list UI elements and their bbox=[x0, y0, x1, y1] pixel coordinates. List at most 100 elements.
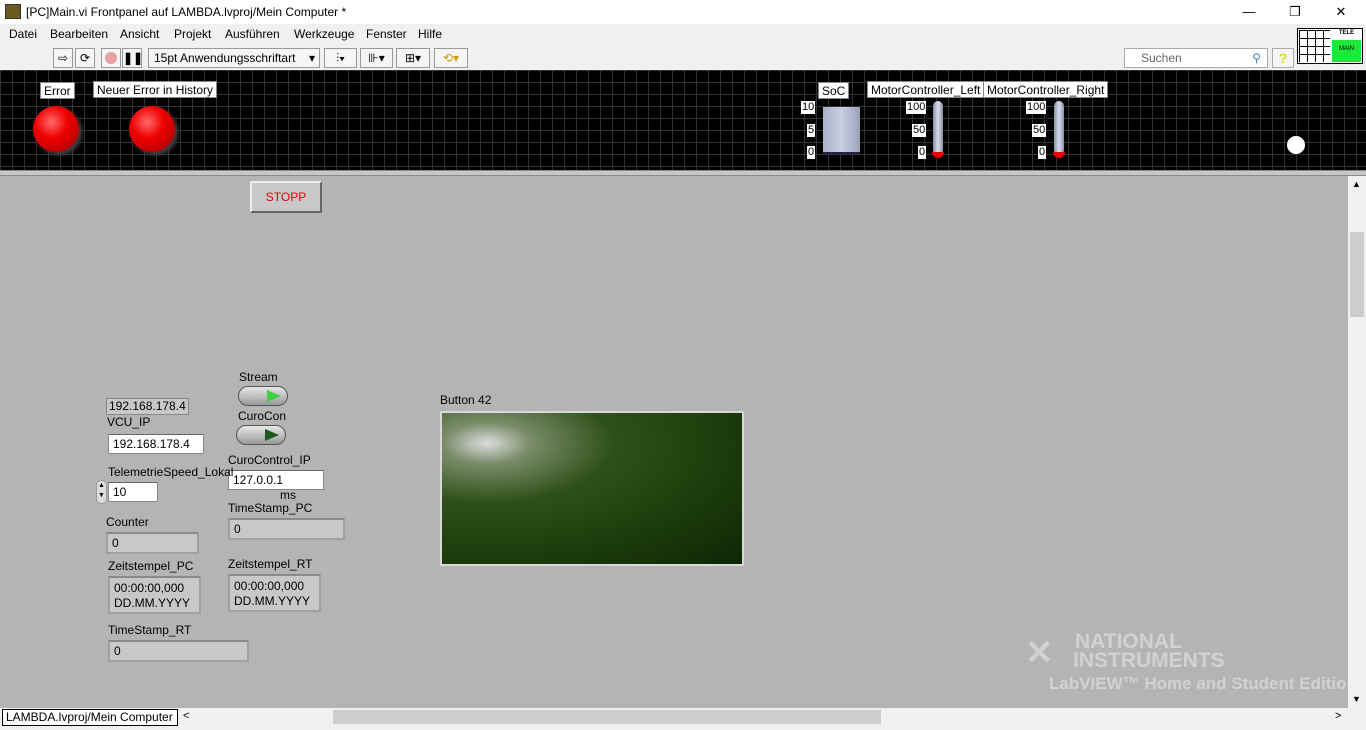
ni-watermark: NATIONAL INSTRUMENTS LabVIEW™ Home and S… bbox=[1025, 631, 1357, 697]
zeitstempel-rt-time: 00:00:00,000 bbox=[234, 579, 305, 593]
zeitstempel-pc-date: DD.MM.YYYY bbox=[114, 596, 191, 610]
vi-icon-pane[interactable]: TELE MAIN bbox=[1297, 28, 1363, 64]
menu-werkzeuge[interactable]: Werkzeuge bbox=[294, 27, 354, 41]
search-input[interactable]: Suchen ⚲ bbox=[1124, 48, 1268, 68]
help-button[interactable]: ? bbox=[1272, 48, 1294, 68]
chevron-down-icon: ▾ bbox=[308, 51, 315, 65]
labview-app-icon bbox=[5, 4, 21, 19]
zeitstempel-pc-time: 00:00:00,000 bbox=[114, 581, 185, 595]
menu-fenster[interactable]: Fenster bbox=[366, 27, 407, 41]
scroll-up-icon[interactable]: ▲ bbox=[1352, 179, 1361, 189]
motor-right-tick: 50 bbox=[1032, 124, 1047, 137]
search-icon: ⚲ bbox=[1252, 51, 1261, 65]
motor-right-label: MotorController_Right bbox=[983, 81, 1109, 98]
reorder-icon[interactable]: ⟲▾ bbox=[434, 48, 468, 68]
soc-tank bbox=[823, 107, 860, 154]
run-continuous-icon[interactable]: ⟳ bbox=[75, 48, 95, 68]
motor-left-tick: 100 bbox=[906, 101, 927, 114]
counter-indicator: 0 bbox=[106, 532, 199, 554]
white-led bbox=[1287, 136, 1305, 154]
curocontrol-ip-input[interactable]: 127.0.0.1 bbox=[228, 470, 324, 490]
menu-hilfe[interactable]: Hilfe bbox=[418, 27, 442, 41]
timestamp-pc-indicator: 0 bbox=[228, 518, 345, 540]
icon-main-text: MAIN bbox=[1332, 40, 1361, 62]
scroll-right-icon[interactable]: > bbox=[1335, 710, 1341, 722]
scroll-down-icon[interactable]: ▼ bbox=[1352, 694, 1361, 704]
menu-datei[interactable]: Datei bbox=[9, 27, 37, 41]
menu-projekt[interactable]: Projekt bbox=[174, 27, 211, 41]
motor-left-thermometer bbox=[933, 101, 943, 155]
zeitstempel-pc-label: Zeitstempel_PC bbox=[108, 559, 194, 573]
pause-icon[interactable]: ❚❚ bbox=[122, 48, 143, 68]
vcu-ip-input[interactable]: 192.168.178.4 bbox=[108, 434, 204, 454]
run-arrow-icon[interactable]: ⇨ bbox=[53, 48, 73, 68]
font-select[interactable]: 15pt Anwendungsschriftart ▾ bbox=[148, 48, 320, 68]
soc-tick: 0 bbox=[807, 146, 816, 159]
vcu-ip-label: VCU_IP bbox=[107, 415, 151, 429]
close-button[interactable]: ✕ bbox=[1318, 0, 1364, 24]
motor-left-tick: 0 bbox=[918, 146, 927, 159]
project-context-label: LAMBDA.lvproj/Mein Computer bbox=[2, 709, 178, 726]
soc-tick: 5 bbox=[807, 124, 816, 137]
ip-display: 192.168.178.4 bbox=[106, 398, 189, 415]
menu-ansicht[interactable]: Ansicht bbox=[120, 27, 159, 41]
top-pane: Error Neuer Error in History SoC 10 5 0 … bbox=[0, 70, 1366, 170]
minimize-button[interactable]: — bbox=[1226, 0, 1272, 24]
stop-button[interactable]: STOPP bbox=[250, 181, 322, 213]
ni-eagle-logo: ✕ bbox=[1025, 634, 1054, 672]
curocon-label: CuroCon bbox=[238, 409, 287, 423]
zeitstempel-rt-date: DD.MM.YYYY bbox=[234, 594, 311, 608]
font-select-value: 15pt Anwendungsschriftart bbox=[154, 51, 296, 65]
motor-left-fill bbox=[932, 152, 944, 158]
motor-right-fill bbox=[1053, 152, 1065, 158]
menu-ausfuehren[interactable]: Ausführen bbox=[225, 27, 280, 41]
stream-toggle[interactable] bbox=[238, 386, 288, 406]
curocon-led-icon bbox=[265, 429, 279, 441]
button-42-label: Button 42 bbox=[440, 393, 492, 407]
motor-left-label: MotorController_Left bbox=[867, 81, 985, 98]
telemetry-speed-input[interactable]: 10 bbox=[108, 482, 158, 502]
distribute-objects-icon[interactable]: ⊪▾ bbox=[360, 48, 393, 68]
stream-label: Stream bbox=[239, 370, 278, 384]
zeitstempel-rt-indicator: 00:00:00,000 DD.MM.YYYY bbox=[228, 574, 321, 612]
stream-led-icon bbox=[267, 390, 281, 402]
horizontal-scroll-thumb[interactable] bbox=[333, 710, 881, 724]
timestamp-pc-label: TimeStamp_PC bbox=[228, 501, 313, 515]
zeitstempel-rt-label: Zeitstempel_RT bbox=[228, 557, 313, 571]
error-led bbox=[33, 106, 79, 152]
restore-button[interactable]: ❐ bbox=[1272, 0, 1318, 24]
counter-label: Counter bbox=[106, 515, 149, 529]
curocontrol-ip-label: CuroControl_IP bbox=[228, 453, 311, 467]
timestamp-rt-indicator: 0 bbox=[108, 640, 249, 662]
vertical-scroll-thumb[interactable] bbox=[1350, 232, 1364, 317]
toolbar: ⇨ ⟳ ❚❚ 15pt Anwendungsschriftart ▾ ⫶▾ ⊪▾ … bbox=[0, 44, 1366, 70]
title-bar: [PC]Main.vi Frontpanel auf LAMBDA.lvproj… bbox=[0, 0, 1366, 24]
button-42[interactable] bbox=[440, 411, 744, 566]
motor-left-tick: 50 bbox=[912, 124, 927, 137]
window-title: [PC]Main.vi Frontpanel auf LAMBDA.lvproj… bbox=[26, 5, 347, 19]
curocon-toggle[interactable] bbox=[236, 425, 286, 445]
ms-unit-label: ms bbox=[280, 488, 296, 502]
zeitstempel-pc-indicator: 00:00:00,000 DD.MM.YYYY bbox=[108, 576, 201, 614]
align-objects-icon[interactable]: ⫶▾ bbox=[324, 48, 357, 68]
resize-objects-icon[interactable]: ⊞▾ bbox=[396, 48, 430, 68]
telemetry-speed-label: TelemetrieSpeed_Lokal bbox=[108, 465, 234, 479]
error-label: Error bbox=[40, 82, 75, 99]
telemetry-speed-stepper[interactable]: ▲ ▼ bbox=[96, 480, 107, 504]
connector-pane-icon bbox=[1299, 30, 1330, 62]
timestamp-rt-label: TimeStamp_RT bbox=[108, 623, 192, 637]
motor-right-thermometer bbox=[1054, 101, 1064, 155]
soc-tick: 10 bbox=[801, 101, 816, 114]
motor-right-tick: 0 bbox=[1038, 146, 1047, 159]
scroll-left-icon[interactable]: < bbox=[183, 710, 189, 722]
abort-icon[interactable] bbox=[101, 48, 121, 68]
history-label: Neuer Error in History bbox=[93, 81, 218, 98]
horizontal-scrollbar[interactable]: < > bbox=[180, 708, 1348, 726]
menu-bar: Datei Bearbeiten Ansicht Projekt Ausführ… bbox=[0, 24, 1366, 44]
search-placeholder: Suchen bbox=[1141, 51, 1182, 65]
icon-tele-text: TELE bbox=[1338, 30, 1355, 36]
soc-label: SoC bbox=[818, 82, 850, 99]
history-error-led bbox=[129, 106, 175, 152]
menu-bearbeiten[interactable]: Bearbeiten bbox=[50, 27, 108, 41]
vertical-scrollbar[interactable]: ▲ ▼ bbox=[1348, 176, 1366, 708]
